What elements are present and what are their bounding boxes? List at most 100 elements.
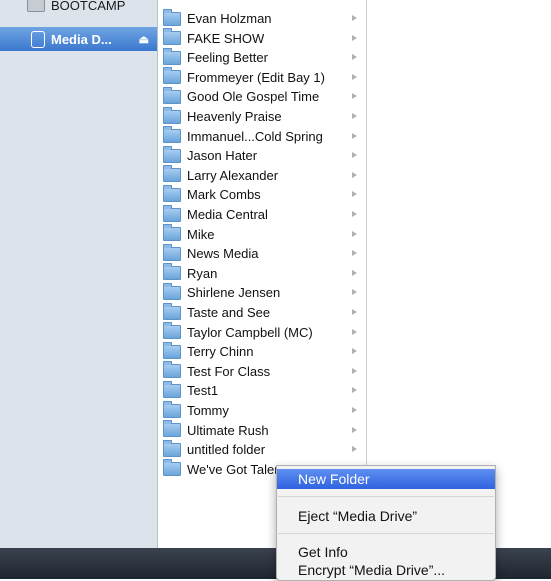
folder-label: Heavenly Praise [187, 109, 282, 124]
folder-label: Immanuel...Cold Spring [187, 128, 323, 144]
chevron-right-icon [352, 132, 357, 139]
folder-icon [163, 439, 181, 457]
folder-row[interactable]: untitled folder [163, 439, 363, 459]
folder-label: Jason Hater [187, 148, 258, 164]
chevron-right-icon [352, 191, 357, 198]
chevron-right-icon [352, 348, 357, 355]
folder-icon [163, 145, 181, 163]
folder-label: Terry Chinn [187, 344, 254, 360]
chevron-right-icon [352, 387, 357, 394]
folder-icon [163, 322, 181, 340]
folder-row[interactable]: Jason Hater [163, 145, 363, 165]
chevron-right-icon [352, 367, 357, 374]
folder-label: Mark Combs [187, 187, 261, 203]
folder-row[interactable]: Test1 [163, 380, 363, 400]
folder-row[interactable]: Mark Combs [163, 184, 363, 204]
folder-row[interactable]: Media Central [163, 204, 363, 224]
folder-icon [163, 420, 181, 438]
folder-icon [163, 400, 181, 418]
folder-label: Test1 [187, 383, 219, 399]
folder-icon [163, 86, 181, 104]
folder-row[interactable]: Evan Holzman [163, 8, 363, 28]
chevron-right-icon [352, 328, 357, 335]
folder-label: Test For Class [187, 363, 271, 379]
folder-label: untitled folder [187, 442, 266, 458]
folder-label: We've Got Talent [187, 461, 286, 477]
chevron-right-icon [352, 34, 357, 41]
folder-icon [163, 459, 181, 477]
menu-item-label: Encrypt “Media Drive”... [298, 562, 446, 578]
folder-row[interactable]: Ryan [163, 263, 363, 283]
folder-row[interactable]: Terry Chinn [163, 341, 363, 361]
menu-item-new-folder[interactable]: New Folder [277, 469, 495, 489]
folder-icon [163, 341, 181, 359]
folder-row[interactable]: Heavenly Praise [163, 106, 363, 126]
sidebar-item-label: Media D... [51, 31, 112, 47]
folder-row[interactable]: Shirlene Jensen [163, 282, 363, 302]
sidebar-item-label: BOOTCAMP [51, 0, 126, 13]
folder-row[interactable]: Immanuel...Cold Spring [163, 126, 363, 146]
folder-row[interactable]: Ultimate Rush [163, 420, 363, 440]
folder-icon [163, 224, 181, 242]
external-drive-icon [31, 30, 45, 48]
menu-item-label: Eject “Media Drive” [298, 508, 418, 524]
context-menu: New Folder Eject “Media Drive” Get Info … [276, 465, 496, 581]
folder-row[interactable]: Larry Alexander [163, 165, 363, 185]
folder-row[interactable]: Frommeyer (Edit Bay 1) [163, 67, 363, 87]
chevron-right-icon [352, 15, 357, 21]
folder-row[interactable]: Feeling Better [163, 47, 363, 67]
eject-icon[interactable]: ⏏ [139, 33, 149, 46]
chevron-right-icon [352, 426, 357, 433]
folder-label: Evan Holzman [187, 11, 272, 26]
folder-icon [163, 47, 181, 65]
chevron-right-icon [352, 250, 357, 257]
chevron-right-icon [352, 289, 357, 296]
folder-label: Shirlene Jensen [187, 285, 281, 301]
menu-item-encrypt[interactable]: Encrypt “Media Drive”... [277, 560, 495, 580]
folder-label: FAKE SHOW [187, 30, 265, 46]
folder-label: Ryan [187, 265, 218, 281]
sidebar-item-bootcamp[interactable]: BOOTCAMP [0, 0, 157, 16]
folder-icon [163, 184, 181, 202]
chevron-right-icon [352, 54, 357, 61]
folder-label: Media Central [187, 207, 268, 222]
folder-row[interactable]: FAKE SHOW [163, 28, 363, 48]
folder-icon [163, 67, 181, 85]
folder-label: Mike [187, 226, 215, 242]
folder-row[interactable]: Tommy [163, 400, 363, 420]
chevron-right-icon [352, 93, 357, 100]
folder-label: Taste and See [187, 305, 271, 320]
folder-row[interactable]: Taylor Campbell (MC) [163, 322, 363, 342]
folder-label: Taylor Campbell (MC) [187, 324, 313, 340]
folder-icon [163, 282, 181, 300]
folder-icon [163, 302, 181, 320]
folder-icon [163, 28, 181, 46]
menu-item-label: Get Info [298, 544, 348, 560]
menu-item-label: New Folder [298, 471, 370, 487]
folder-label: Ultimate Rush [187, 422, 269, 438]
folder-icon [163, 126, 181, 144]
folder-icon [163, 106, 181, 124]
chevron-right-icon [352, 211, 357, 217]
folder-icon [163, 8, 181, 26]
folder-icon [163, 204, 181, 222]
chevron-right-icon [352, 269, 357, 276]
folder-row[interactable]: Good Ole Gospel Time [163, 86, 363, 106]
menu-separator [278, 496, 494, 497]
chevron-right-icon [352, 230, 357, 237]
menu-item-get-info[interactable]: Get Info [277, 542, 495, 562]
folder-label: Frommeyer (Edit Bay 1) [187, 69, 325, 85]
chevron-right-icon [352, 446, 357, 453]
folder-row[interactable]: Mike [163, 224, 363, 244]
menu-item-eject[interactable]: Eject “Media Drive” [277, 506, 495, 526]
folder-row[interactable]: News Media [163, 243, 363, 263]
folder-icon [163, 263, 181, 281]
folder-row[interactable]: Taste and See [163, 302, 363, 322]
folder-row[interactable]: Test For Class [163, 361, 363, 381]
folder-label: Feeling Better [187, 50, 268, 66]
folder-icon [163, 380, 181, 398]
folder-label: News Media [187, 246, 259, 262]
folder-label: Larry Alexander [187, 167, 279, 183]
sidebar-item-media-drive[interactable]: Media D... ⏏ [0, 27, 157, 51]
folder-icon [163, 361, 181, 379]
